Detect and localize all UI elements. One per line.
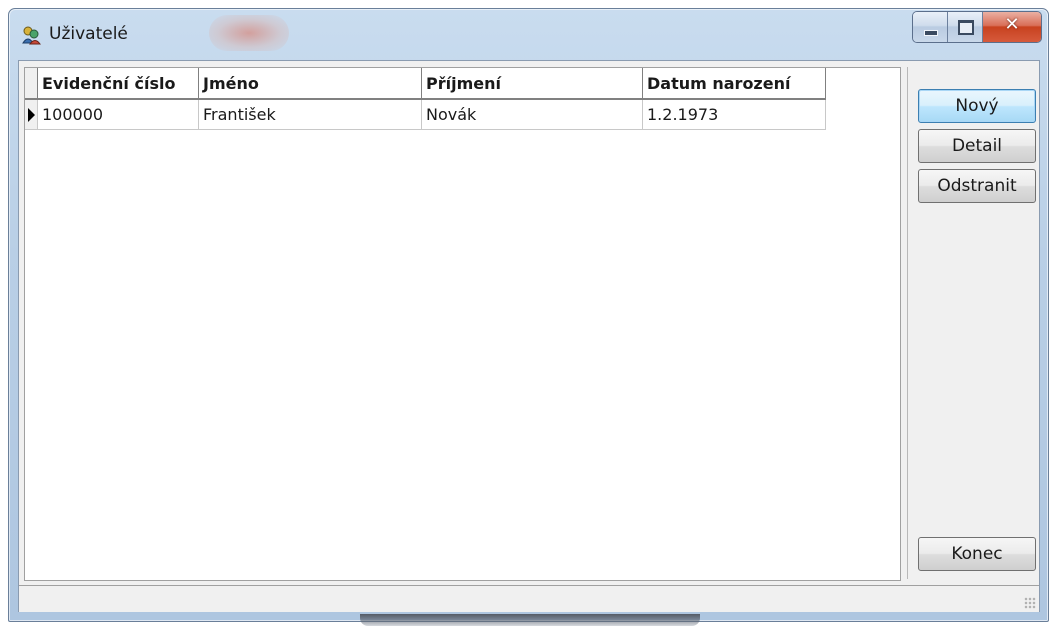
maximize-button[interactable] (948, 12, 983, 42)
action-panel: Nový Detail Odstranit Konec (907, 67, 1038, 579)
resize-grip-icon[interactable] (1024, 597, 1036, 609)
current-row-arrow-icon (28, 108, 35, 122)
users-window: Uživatelé ✕ Evidenční číslo Jméno Příjme… (8, 8, 1049, 622)
title-bar-blur-decoration (209, 15, 289, 51)
cell-datum-narozeni[interactable]: 1.2.1973 (642, 99, 826, 130)
column-header-prijmeni[interactable]: Příjmení (421, 68, 643, 100)
detail-button[interactable]: Detail (918, 129, 1036, 163)
row-indicator[interactable] (25, 99, 38, 130)
close-window-button[interactable]: ✕ (983, 12, 1041, 42)
cell-prijmeni[interactable]: Novák (421, 99, 643, 130)
status-bar (19, 585, 1039, 612)
caption-buttons: ✕ (912, 11, 1042, 43)
users-grid[interactable]: Evidenční číslo Jméno Příjmení Datum nar… (24, 67, 901, 581)
title-bar[interactable]: Uživatelé ✕ (9, 9, 1048, 61)
cell-evidencni-cislo[interactable]: 100000 (37, 99, 199, 130)
minimize-button[interactable] (913, 12, 948, 42)
close-button[interactable]: Konec (918, 537, 1036, 571)
table-header-row: Evidenční číslo Jméno Příjmení Datum nar… (25, 68, 826, 100)
remove-button[interactable]: Odstranit (918, 169, 1036, 203)
column-header-evidencni-cislo[interactable]: Evidenční číslo (37, 68, 199, 100)
column-header-jmeno[interactable]: Jméno (198, 68, 422, 100)
client-area: Evidenční číslo Jméno Příjmení Datum nar… (18, 60, 1040, 612)
new-button[interactable]: Nový (918, 89, 1036, 123)
column-header-datum-narozeni[interactable]: Datum narození (642, 68, 826, 100)
users-table: Evidenční číslo Jméno Příjmení Datum nar… (25, 68, 826, 130)
users-app-icon[interactable] (21, 25, 41, 45)
cell-jmeno[interactable]: František (198, 99, 422, 130)
window-title: Uživatelé (49, 24, 128, 44)
background-window-edge (360, 614, 700, 626)
table-row[interactable]: 100000 František Novák 1.2.1973 (25, 99, 826, 130)
maximize-icon (958, 20, 974, 35)
row-indicator-header (25, 68, 38, 100)
minimize-icon (924, 30, 938, 36)
close-icon: ✕ (1004, 14, 1020, 35)
